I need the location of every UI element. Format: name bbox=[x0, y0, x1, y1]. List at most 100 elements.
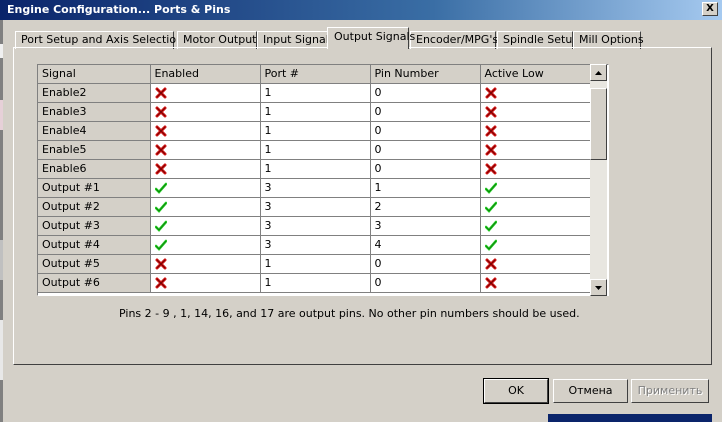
table-row[interactable]: Output #4 3 4 bbox=[38, 235, 593, 255]
output-pins-note: Pins 2 - 9 , 1, 14, 16, and 17 are outpu… bbox=[119, 307, 580, 320]
row-signal-name[interactable]: Output #4 bbox=[38, 235, 151, 255]
row-port-cell[interactable]: 1 bbox=[260, 159, 371, 179]
cross-icon bbox=[155, 87, 166, 99]
row-pin-cell[interactable]: 0 bbox=[370, 273, 481, 293]
cross-icon bbox=[485, 87, 496, 99]
table-row[interactable]: Output #5 1 0 bbox=[38, 254, 593, 274]
check-icon bbox=[484, 239, 497, 251]
cross-icon bbox=[485, 277, 496, 289]
row-signal-name[interactable]: Output #3 bbox=[38, 216, 151, 236]
row-signal-name[interactable]: Output #1 bbox=[38, 178, 151, 198]
table-row[interactable]: Output #6 1 0 bbox=[38, 273, 593, 293]
row-port-cell[interactable]: 1 bbox=[260, 121, 371, 141]
scroll-up-arrow-icon bbox=[595, 71, 602, 75]
row-signal-name[interactable]: Enable3 bbox=[38, 102, 151, 122]
cross-icon bbox=[155, 144, 166, 156]
check-icon bbox=[154, 239, 167, 251]
table-row[interactable]: Output #2 3 2 bbox=[38, 197, 593, 217]
cross-icon bbox=[485, 106, 496, 118]
row-pin-cell[interactable]: 0 bbox=[370, 102, 481, 122]
row-active-low-cell[interactable] bbox=[480, 102, 593, 122]
scroll-down-button[interactable] bbox=[590, 279, 607, 296]
column-header-port[interactable]: Port # bbox=[260, 65, 371, 84]
row-enabled-cell[interactable] bbox=[150, 83, 261, 103]
row-active-low-cell[interactable] bbox=[480, 140, 593, 160]
check-icon bbox=[484, 182, 497, 194]
row-pin-cell[interactable]: 0 bbox=[370, 83, 481, 103]
row-port-cell[interactable]: 1 bbox=[260, 254, 371, 274]
column-header-signal[interactable]: Signal bbox=[38, 65, 151, 84]
ok-button[interactable]: OK bbox=[483, 378, 549, 404]
row-enabled-cell[interactable] bbox=[150, 254, 261, 274]
cross-icon bbox=[485, 144, 496, 156]
row-pin-cell[interactable]: 2 bbox=[370, 197, 481, 217]
check-icon bbox=[154, 182, 167, 194]
row-port-cell[interactable]: 1 bbox=[260, 83, 371, 103]
signal-grid[interactable]: Signal Enabled Port # Pin Number Active … bbox=[37, 64, 609, 296]
scroll-up-button[interactable] bbox=[590, 64, 607, 81]
row-active-low-cell[interactable] bbox=[480, 83, 593, 103]
row-enabled-cell[interactable] bbox=[150, 197, 261, 217]
cancel-button[interactable]: Отмена bbox=[553, 379, 628, 403]
cross-icon bbox=[485, 163, 496, 175]
row-active-low-cell[interactable] bbox=[480, 273, 593, 293]
row-pin-cell[interactable]: 4 bbox=[370, 235, 481, 255]
row-active-low-cell[interactable] bbox=[480, 197, 593, 217]
table-row[interactable]: Enable2 1 0 bbox=[38, 83, 593, 103]
row-port-cell[interactable]: 3 bbox=[260, 197, 371, 217]
row-active-low-cell[interactable] bbox=[480, 254, 593, 274]
column-header-pin-number[interactable]: Pin Number bbox=[370, 65, 481, 84]
row-active-low-cell[interactable] bbox=[480, 121, 593, 141]
scroll-thumb[interactable] bbox=[590, 88, 607, 160]
table-row[interactable]: Output #3 3 3 bbox=[38, 216, 593, 236]
row-signal-name[interactable]: Output #5 bbox=[38, 254, 151, 274]
apply-button[interactable]: Применить bbox=[631, 379, 709, 403]
column-header-enabled[interactable]: Enabled bbox=[150, 65, 261, 84]
row-port-cell[interactable]: 3 bbox=[260, 178, 371, 198]
table-row[interactable]: Enable3 1 0 bbox=[38, 102, 593, 122]
row-enabled-cell[interactable] bbox=[150, 216, 261, 236]
row-port-cell[interactable]: 1 bbox=[260, 102, 371, 122]
row-port-cell[interactable]: 1 bbox=[260, 140, 371, 160]
row-port-cell[interactable]: 3 bbox=[260, 216, 371, 236]
background-window-strip bbox=[0, 20, 3, 422]
table-row[interactable]: Enable6 1 0 bbox=[38, 159, 593, 179]
row-signal-name[interactable]: Output #2 bbox=[38, 197, 151, 217]
row-active-low-cell[interactable] bbox=[480, 178, 593, 198]
grid-scrollbar[interactable] bbox=[590, 64, 607, 296]
row-pin-cell[interactable]: 0 bbox=[370, 121, 481, 141]
row-pin-cell[interactable]: 0 bbox=[370, 159, 481, 179]
table-row[interactable]: Enable5 1 0 bbox=[38, 140, 593, 160]
tab-output-signals[interactable]: Output Signals bbox=[327, 27, 415, 49]
row-active-low-cell[interactable] bbox=[480, 159, 593, 179]
scroll-down-arrow-icon bbox=[595, 286, 602, 290]
row-port-cell[interactable]: 3 bbox=[260, 235, 371, 255]
column-header-active-low[interactable]: Active Low bbox=[480, 65, 593, 84]
row-pin-cell[interactable]: 0 bbox=[370, 140, 481, 160]
window-titlebar: Engine Configuration... Ports & Pins X bbox=[0, 0, 722, 20]
row-signal-name[interactable]: Enable5 bbox=[38, 140, 151, 160]
row-signal-name[interactable]: Enable4 bbox=[38, 121, 151, 141]
row-port-cell[interactable]: 1 bbox=[260, 273, 371, 293]
row-enabled-cell[interactable] bbox=[150, 121, 261, 141]
row-enabled-cell[interactable] bbox=[150, 178, 261, 198]
close-button[interactable]: X bbox=[702, 2, 718, 16]
cross-icon bbox=[155, 277, 166, 289]
row-enabled-cell[interactable] bbox=[150, 159, 261, 179]
row-active-low-cell[interactable] bbox=[480, 235, 593, 255]
table-row[interactable]: Enable4 1 0 bbox=[38, 121, 593, 141]
row-pin-cell[interactable]: 3 bbox=[370, 216, 481, 236]
row-active-low-cell[interactable] bbox=[480, 216, 593, 236]
row-signal-name[interactable]: Enable2 bbox=[38, 83, 151, 103]
row-enabled-cell[interactable] bbox=[150, 140, 261, 160]
row-enabled-cell[interactable] bbox=[150, 273, 261, 293]
row-signal-name[interactable]: Output #6 bbox=[38, 273, 151, 293]
table-row[interactable]: Output #1 3 1 bbox=[38, 178, 593, 198]
row-signal-name[interactable]: Enable6 bbox=[38, 159, 151, 179]
row-pin-cell[interactable]: 0 bbox=[370, 254, 481, 274]
background-taskbar-strip bbox=[548, 414, 712, 422]
row-pin-cell[interactable]: 1 bbox=[370, 178, 481, 198]
row-enabled-cell[interactable] bbox=[150, 102, 261, 122]
row-enabled-cell[interactable] bbox=[150, 235, 261, 255]
check-icon bbox=[484, 201, 497, 213]
